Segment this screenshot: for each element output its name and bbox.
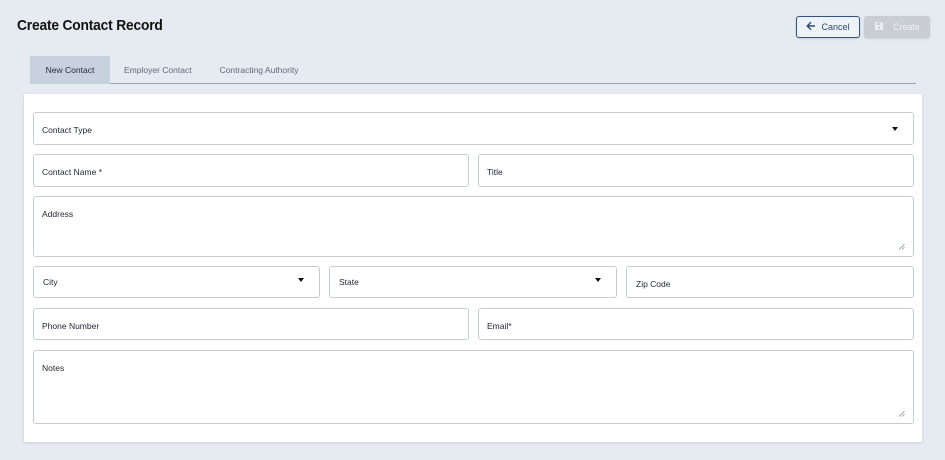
create-button-label: Create xyxy=(892,22,920,32)
email-label: Email* xyxy=(487,321,512,331)
create-button[interactable]: Create xyxy=(864,16,930,38)
title-label: Title xyxy=(487,167,503,177)
contact-name-label: Contact Name * xyxy=(42,167,102,177)
tab-employer-contact[interactable]: Employer Contact xyxy=(110,56,206,84)
resize-grip-icon[interactable] xyxy=(898,243,905,250)
address-textarea[interactable]: Address xyxy=(33,196,914,257)
phone-number-label: Phone Number xyxy=(42,321,100,331)
city-label: City xyxy=(43,277,58,287)
save-icon xyxy=(874,21,884,33)
tab-label: New Contact xyxy=(45,65,95,75)
page-title: Create Contact Record xyxy=(17,17,163,34)
contact-type-label: Contact Type xyxy=(42,125,92,135)
zip-code-field[interactable]: Zip Code xyxy=(626,266,914,298)
notes-label: Notes xyxy=(42,363,65,373)
contact-name-field[interactable]: Contact Name * xyxy=(33,154,469,187)
tab-bar: New Contact Employer Contact Contracting… xyxy=(30,56,916,84)
tab-new-contact[interactable]: New Contact xyxy=(30,56,110,84)
notes-textarea[interactable]: Notes xyxy=(33,350,914,424)
state-select[interactable]: State xyxy=(329,266,617,298)
contact-type-select[interactable]: Contact Type xyxy=(33,112,914,145)
tab-label: Contracting Authority xyxy=(219,65,299,75)
tab-label: Employer Contact xyxy=(124,65,192,75)
arrow-left-icon xyxy=(806,21,816,33)
cancel-button[interactable]: Cancel xyxy=(796,16,860,38)
resize-grip-icon[interactable] xyxy=(898,410,905,417)
address-label: Address xyxy=(42,209,74,219)
tab-contracting-authority[interactable]: Contracting Authority xyxy=(206,56,313,84)
state-label: State xyxy=(339,277,359,287)
caret-down-icon xyxy=(595,278,601,282)
caret-down-icon xyxy=(892,127,898,131)
cancel-button-label: Cancel xyxy=(821,22,850,32)
caret-down-icon xyxy=(298,278,304,282)
title-field[interactable]: Title xyxy=(478,154,914,187)
city-select[interactable]: City xyxy=(33,266,320,298)
contact-form-card: Contact Type Contact Name * Title Addres… xyxy=(24,94,922,442)
phone-number-field[interactable]: Phone Number xyxy=(33,308,469,340)
zip-code-label: Zip Code xyxy=(636,279,671,289)
email-field[interactable]: Email* xyxy=(478,308,914,340)
